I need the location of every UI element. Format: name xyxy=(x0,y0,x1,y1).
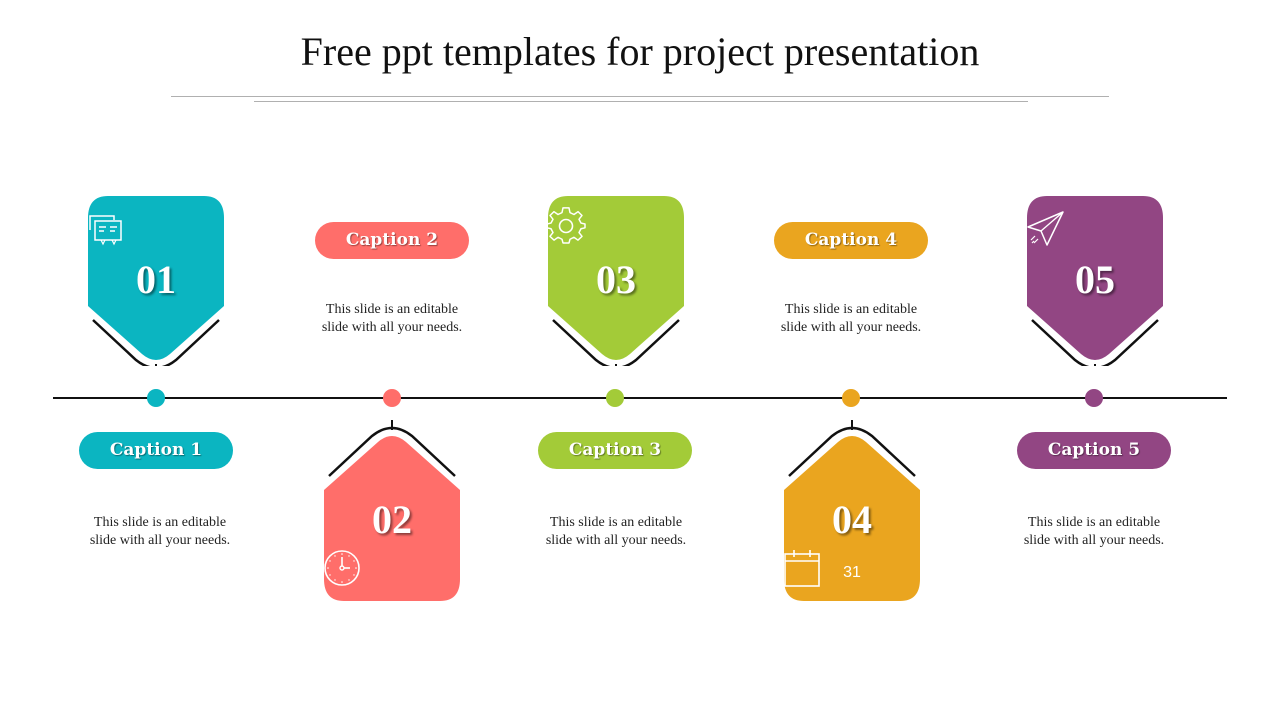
step-4-caption: Caption 4 xyxy=(774,222,928,259)
step-1-description-line1: This slide is an editable xyxy=(93,515,227,530)
slide-title: Free ppt templates for project presentat… xyxy=(300,29,980,74)
step-2-caption: Caption 2 xyxy=(315,222,469,259)
step-2-number: 02 xyxy=(372,497,412,542)
step-5-number: 05 xyxy=(1075,257,1115,302)
step-3-description-line2: slide with all your needs. xyxy=(545,533,687,548)
step-1-description: This slide is an editable slide with all… xyxy=(60,514,260,550)
step-2-description-line2: slide with all your needs. xyxy=(321,320,463,335)
step-3-caption: Caption 3 xyxy=(538,432,692,469)
step-1-description-line2: slide with all your needs. xyxy=(89,533,231,548)
title-divider-bottom xyxy=(254,101,1028,102)
step-4-description-line1: This slide is an editable xyxy=(784,302,918,317)
step-4-number: 04 xyxy=(832,497,872,542)
gear-icon xyxy=(546,207,586,244)
step-1-number: 01 xyxy=(136,257,176,302)
step-3-number: 03 xyxy=(596,257,636,302)
title-divider-top xyxy=(171,96,1109,97)
calendar-day: 31 xyxy=(843,564,861,581)
step-1-marker: 01 xyxy=(86,196,226,366)
presentation-boards-icon xyxy=(89,215,122,246)
step-5-dot xyxy=(1085,389,1103,407)
paper-plane-icon xyxy=(1027,211,1064,246)
step-3-dot xyxy=(606,389,624,407)
step-1-dot xyxy=(147,389,165,407)
calendar-icon xyxy=(784,550,820,587)
step-4-dot xyxy=(842,389,860,407)
step-4-marker: 04 31 xyxy=(782,420,922,605)
step-2-dot xyxy=(383,389,401,407)
step-2-description: This slide is an editable slide with all… xyxy=(292,301,492,337)
step-4-description: This slide is an editable slide with all… xyxy=(751,301,951,337)
step-3-description: This slide is an editable slide with all… xyxy=(516,514,716,550)
step-5-marker: 05 xyxy=(1025,196,1165,366)
clock-icon xyxy=(324,550,360,586)
step-5-description-line2: slide with all your needs. xyxy=(1023,533,1165,548)
step-1-caption: Caption 1 xyxy=(79,432,233,469)
step-5-caption: Caption 5 xyxy=(1017,432,1171,469)
timeline-line xyxy=(53,397,1227,399)
step-5-description-line1: This slide is an editable xyxy=(1027,515,1161,530)
step-4-description-line2: slide with all your needs. xyxy=(780,320,922,335)
step-5-description: This slide is an editable slide with all… xyxy=(994,514,1194,550)
step-2-description-line1: This slide is an editable xyxy=(325,302,459,317)
step-3-marker: 03 xyxy=(546,196,686,366)
step-3-description-line1: This slide is an editable xyxy=(549,515,683,530)
step-2-marker: 02 xyxy=(322,420,462,605)
